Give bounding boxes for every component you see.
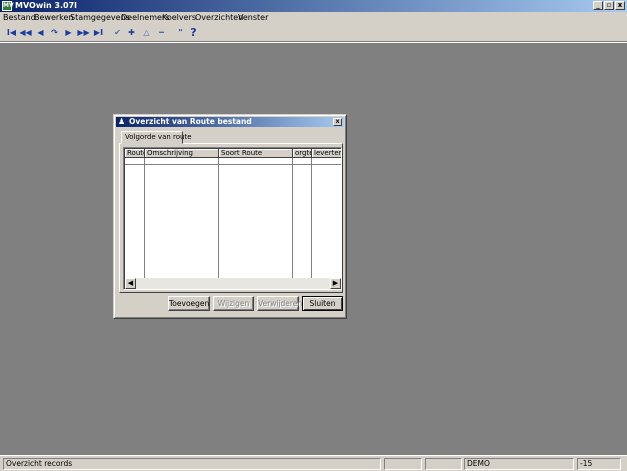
route-overview-dialog: ♟ Overzicht van Route bestand x Volgorde… bbox=[113, 114, 347, 319]
add-button[interactable]: Toevoegen bbox=[168, 296, 210, 311]
previous-page-icon[interactable]: ◀◀ bbox=[19, 26, 32, 39]
column-header-omschrijving[interactable]: Omschrijving bbox=[145, 149, 219, 158]
status-panel-2 bbox=[384, 458, 422, 470]
column-header-soort-route[interactable]: Soort Route bbox=[219, 149, 293, 158]
delete-button[interactable]: Verwijderen bbox=[257, 296, 302, 311]
status-user: DEMO bbox=[464, 458, 574, 470]
edit-button[interactable]: Wijzigen bbox=[213, 296, 254, 311]
menu-overzichten[interactable]: Overzichten bbox=[195, 12, 243, 24]
restore-button[interactable]: ▫ bbox=[604, 1, 614, 10]
column-header-route[interactable]: Route bbox=[125, 149, 145, 158]
menu-bar: Bestand Bewerken Stamgegevens Deelnemers… bbox=[0, 12, 627, 24]
menu-bestand[interactable]: Bestand bbox=[3, 12, 36, 24]
add-icon[interactable]: ✚ bbox=[125, 26, 138, 39]
status-message: Overzicht records bbox=[3, 458, 381, 470]
column-divider bbox=[311, 158, 312, 278]
minimize-button[interactable]: _ bbox=[593, 1, 603, 10]
toolbar: I◀ ◀◀ ◀ ↷ ▶ ▶▶ ▶I ✔ ✚ △ ━ " ? bbox=[0, 24, 627, 41]
table-row[interactable] bbox=[125, 158, 341, 165]
grid-header: Route Omschrijving Soort Route orgtemp l… bbox=[125, 149, 341, 158]
title-bar: MV MVOwin 3.07l _ ▫ x bbox=[0, 0, 627, 12]
close-dialog-button[interactable]: Sluiten bbox=[302, 296, 343, 311]
route-grid[interactable]: Route Omschrijving Soort Route orgtemp l… bbox=[123, 147, 342, 290]
next-page-icon[interactable]: ▶▶ bbox=[77, 26, 90, 39]
column-divider bbox=[218, 158, 219, 278]
person-icon: ♟ bbox=[118, 117, 126, 126]
dialog-title-bar[interactable]: ♟ Overzicht van Route bestand x bbox=[116, 117, 344, 127]
close-button[interactable]: x bbox=[615, 1, 625, 10]
dialog-close-button[interactable]: x bbox=[333, 118, 342, 126]
column-divider bbox=[341, 158, 342, 278]
window-title: MVOwin 3.07l bbox=[15, 1, 77, 10]
scroll-left-icon[interactable]: ◀ bbox=[125, 278, 136, 289]
help-icon[interactable]: ? bbox=[187, 26, 200, 39]
menu-koelvers[interactable]: Koelvers bbox=[162, 12, 196, 24]
column-divider bbox=[144, 158, 145, 278]
status-value: -15 bbox=[577, 458, 621, 470]
last-record-icon[interactable]: ▶I bbox=[92, 26, 105, 39]
status-panel-3 bbox=[425, 458, 462, 470]
column-header-levertemp[interactable]: levertemp bbox=[312, 149, 341, 158]
column-divider bbox=[292, 158, 293, 278]
status-bar: Overzicht records DEMO -15 bbox=[0, 455, 627, 471]
first-record-icon[interactable]: I◀ bbox=[5, 26, 18, 39]
tab-volgorde-van-route[interactable]: Volgorde van route bbox=[121, 131, 192, 144]
scroll-right-icon[interactable]: ▶ bbox=[330, 278, 341, 289]
confirm-icon[interactable]: ✔ bbox=[111, 26, 124, 39]
menu-venster[interactable]: Venster bbox=[238, 12, 268, 24]
delete-icon[interactable]: ━ bbox=[155, 26, 168, 39]
previous-record-icon[interactable]: ◀ bbox=[34, 26, 47, 39]
refresh-icon[interactable]: ↷ bbox=[48, 26, 61, 39]
horizontal-scrollbar[interactable]: ◀ ▶ bbox=[125, 278, 341, 289]
menu-bewerken[interactable]: Bewerken bbox=[34, 12, 74, 24]
quote-icon[interactable]: " bbox=[174, 26, 187, 39]
app-icon: MV bbox=[2, 1, 14, 11]
edit-icon[interactable]: △ bbox=[140, 26, 153, 39]
next-record-icon[interactable]: ▶ bbox=[62, 26, 75, 39]
column-header-orgtemp[interactable]: orgtemp bbox=[293, 149, 312, 158]
dialog-title: Overzicht van Route bestand bbox=[129, 117, 252, 126]
